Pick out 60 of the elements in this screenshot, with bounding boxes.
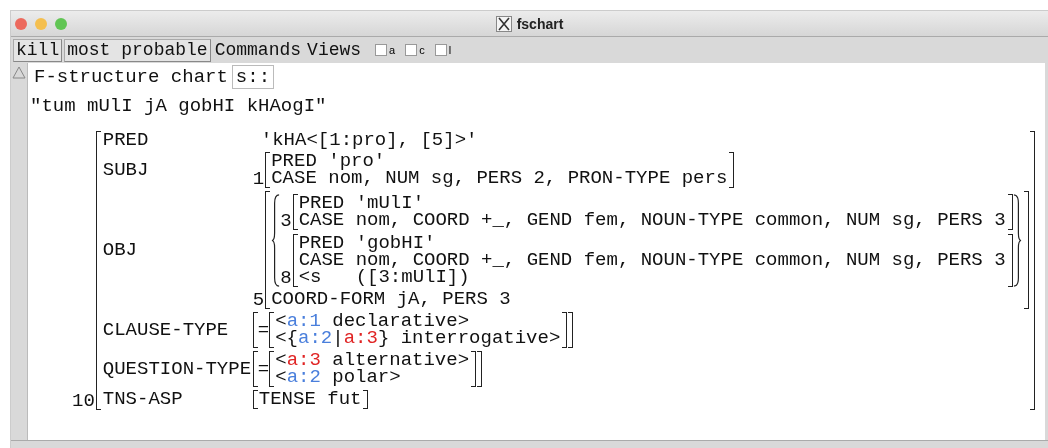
feature-line: TENSE fut — [258, 391, 362, 408]
right-bracket — [363, 390, 369, 409]
left-bracket — [252, 312, 258, 348]
right-bracket — [729, 152, 735, 188]
toolbar-button[interactable]: kill — [13, 38, 63, 62]
equals-sign: = — [257, 321, 270, 339]
toolbar-button[interactable]: most probable — [64, 38, 211, 62]
checkbox-label: a — [389, 44, 396, 56]
left-bracket — [292, 234, 298, 287]
equals-sign: = — [257, 360, 270, 378]
scrollbar[interactable] — [11, 63, 28, 440]
checkbox[interactable] — [434, 44, 447, 56]
scrollbar[interactable] — [11, 440, 1048, 448]
index-number: 8 — [280, 270, 293, 287]
feature-line: CASE nom, NUM sg, PERS 2, PRON-TYPE pers — [271, 170, 728, 187]
attribute-name: SUBJ — [101, 161, 150, 179]
scroll-up-icon[interactable] — [12, 65, 26, 79]
checkbox[interactable] — [405, 44, 418, 56]
feature-line: CASE nom, COORD +_, GEND fem, NOUN-TYPE common, NUM sg, PERS 3 — [298, 212, 1006, 229]
checkbox-label: l — [448, 44, 452, 56]
index-number: 3 — [280, 213, 293, 230]
left-bracket — [252, 351, 258, 387]
feature-line: <s ([3:mUlI]) — [298, 269, 471, 286]
attribute-name: PRED — [101, 132, 150, 149]
feature-line: PRED 'gobHI' — [298, 235, 436, 252]
index-number: 1 — [252, 171, 266, 188]
attribute-value: 'kHA<[1:pro], [5]>' — [259, 129, 478, 151]
index-number: 10 — [72, 393, 96, 410]
zoom-button[interactable] — [55, 17, 67, 30]
choice-option: <{a:2|a:3} interrogative> — [275, 330, 561, 347]
window-title: fschart — [516, 15, 564, 32]
right-bracket — [1007, 194, 1013, 230]
right-bracket — [1007, 234, 1013, 287]
menu-title[interactable]: Commands — [214, 40, 302, 60]
choice-option: <a:2 polar> — [275, 369, 470, 386]
menu-title[interactable]: Views — [307, 40, 362, 60]
minimize-button[interactable] — [35, 17, 47, 30]
attribute-name: TNS-ASP — [101, 391, 184, 408]
feature-line: COORD-FORM jA, PERS 3 — [271, 291, 512, 308]
checkbox-label: c — [419, 44, 425, 56]
attribute-name: CLAUSE-TYPE — [101, 321, 230, 339]
x-window-icon — [495, 15, 512, 32]
attribute-name: OBJ — [101, 241, 139, 259]
input-field[interactable]: s:: — [231, 65, 275, 89]
left-bracket — [265, 152, 271, 188]
left-bracket — [292, 194, 298, 230]
choice-option: <a:1 declarative> — [275, 313, 561, 330]
choice-option: <a:3 alternative> — [275, 352, 470, 369]
checkbox[interactable] — [375, 44, 388, 56]
feature-line: PRED 'pro' — [271, 153, 386, 170]
left-bracket — [252, 390, 258, 409]
left-bracket — [269, 351, 275, 387]
sentence-text: "tum mUlI jA gobHI kHAogI" — [29, 94, 328, 119]
feature-line: CASE nom, COORD +_, GEND fem, NOUN-TYPE common, NUM sg, PERS 3 — [298, 252, 1006, 269]
close-button[interactable] — [15, 17, 27, 30]
attribute-name: QUESTION-TYPE — [101, 360, 253, 378]
left-bracket — [269, 312, 275, 348]
feature-line: PRED 'mUlI' — [298, 195, 425, 212]
index-number: 5 — [252, 292, 266, 309]
chart-title: F-structure chart — [34, 66, 228, 88]
